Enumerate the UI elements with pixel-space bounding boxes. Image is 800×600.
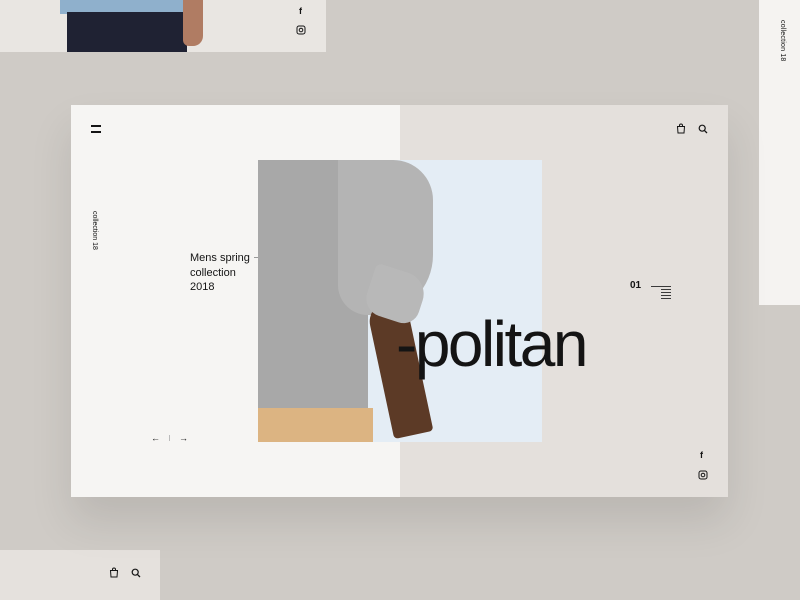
nav-divider: [169, 435, 170, 441]
facebook-icon[interactable]: f: [299, 6, 302, 16]
collection-label: collection 18: [91, 211, 98, 250]
search-icon[interactable]: [131, 568, 141, 578]
bag-icon[interactable]: [109, 567, 119, 578]
collection-label-vertical: collection 18: [779, 20, 786, 62]
main-card: collection 18 Mens spring collection 201…: [71, 105, 728, 497]
slide-progress-lines: [651, 286, 671, 301]
slider-nav: ← →: [151, 433, 188, 443]
product-photo: [258, 160, 448, 442]
preview-card-top-left: f: [0, 0, 326, 52]
arm-image: [183, 0, 203, 46]
menu-icon[interactable]: [91, 125, 101, 133]
pants-image: [67, 12, 187, 52]
facebook-icon[interactable]: f: [700, 450, 703, 460]
khaki-pants-image: [258, 408, 373, 442]
hero-word: -politan: [396, 308, 588, 380]
instagram-icon[interactable]: [698, 470, 708, 480]
slide-number: 01: [630, 280, 642, 291]
instagram-icon[interactable]: [296, 25, 306, 35]
preview-card-bottom-left: [0, 550, 160, 600]
preview-card-right: collection 18: [759, 0, 800, 305]
bag-icon[interactable]: [676, 123, 686, 134]
prev-arrow-button[interactable]: ←: [151, 433, 160, 443]
search-icon[interactable]: [698, 124, 708, 134]
next-arrow-button[interactable]: →: [179, 433, 188, 443]
